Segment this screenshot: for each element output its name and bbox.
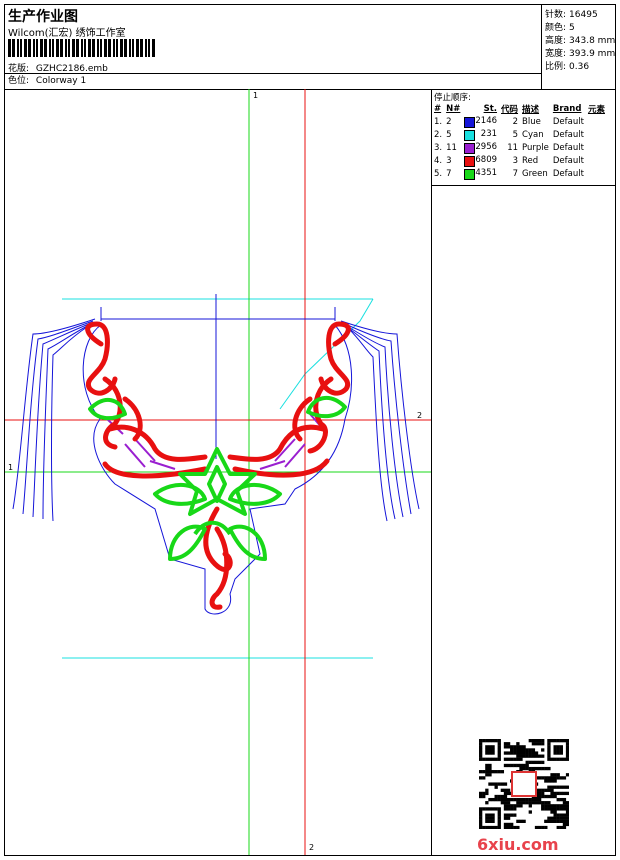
axis-label-green-left: 1 xyxy=(8,463,14,472)
table-row: 2. 5 231 5 Cyan Default xyxy=(434,128,584,141)
axis-label-red-bottom: 2 xyxy=(309,843,315,852)
col-stitches: St. xyxy=(483,104,498,114)
color-swatch xyxy=(464,155,476,167)
embroidery-design xyxy=(5,89,431,855)
table-row: 4. 3 6809 3 Red Default xyxy=(434,154,584,167)
colorway-row: 色位: Colorway 1 xyxy=(5,73,541,87)
table-row: 1. 2 2146 2 Blue Default xyxy=(434,115,584,128)
table-row: 3. 11 2956 11 Purple Default xyxy=(434,141,584,154)
barcode-icon xyxy=(8,39,155,57)
stop-sequence-title: 停止顺序: xyxy=(434,93,471,103)
stats-panel: 针数: 16495 颜色: 5 高度: 343.8 mm 宽度: 393.9 mm 比例… xyxy=(541,5,616,89)
col-index: # xyxy=(434,104,442,114)
header-info: 生产作业图 Wilcom(汇宏) 绣饰工作室 花版: GZHC2186.emb … xyxy=(5,5,541,89)
stat-colors: 颜色: 5 xyxy=(545,23,575,33)
table-row: 5. 7 4351 7 Green Default xyxy=(434,167,584,180)
color-swatch xyxy=(464,116,476,128)
col-brand: Brand xyxy=(552,104,582,114)
sheet-title: 生产作业图 xyxy=(8,9,78,25)
color-swatch xyxy=(464,129,476,141)
stop-sequence-panel: 停止顺序: # N# St. 代码 描述 Brand 元素 1. 2 2146 2 Bl… xyxy=(431,89,615,186)
col-needle: N# xyxy=(446,104,461,114)
stat-stitches: 针数: 16495 xyxy=(545,10,598,20)
colorway-label: 色位: xyxy=(8,76,30,86)
stop-sequence-table: # N# St. 代码 描述 Brand 元素 1. 2 2146 2 Blue Defa… xyxy=(432,103,607,180)
qr-code-icon xyxy=(479,739,570,830)
col-code: 代码 xyxy=(501,105,519,115)
site-logo: 6xiu.com xyxy=(477,835,559,854)
color-swatch xyxy=(464,168,476,180)
col-desc: 描述 xyxy=(522,105,540,115)
stat-width: 宽度: 393.9 mm xyxy=(545,49,616,59)
design-canvas[interactable]: 1 1 2 2 xyxy=(5,89,432,855)
stat-scale: 比例: 0.36 xyxy=(545,62,590,72)
color-swatch xyxy=(464,142,476,154)
table-header-row: # N# St. 代码 描述 Brand 元素 xyxy=(432,103,607,115)
production-sheet: 生产作业图 Wilcom(汇宏) 绣饰工作室 花版: GZHC2186.emb … xyxy=(4,4,616,856)
colorway-value: Colorway 1 xyxy=(35,76,87,86)
sheet-header: 生产作业图 Wilcom(汇宏) 绣饰工作室 花版: GZHC2186.emb … xyxy=(5,5,615,90)
axis-label-green-top: 1 xyxy=(253,91,259,100)
green-leaves xyxy=(88,396,347,561)
stat-height: 高度: 343.8 mm xyxy=(545,36,616,46)
company-name: Wilcom(汇宏) 绣饰工作室 xyxy=(8,28,126,39)
axis-label-red-right: 2 xyxy=(417,411,423,420)
col-element: 元素 xyxy=(587,105,605,115)
